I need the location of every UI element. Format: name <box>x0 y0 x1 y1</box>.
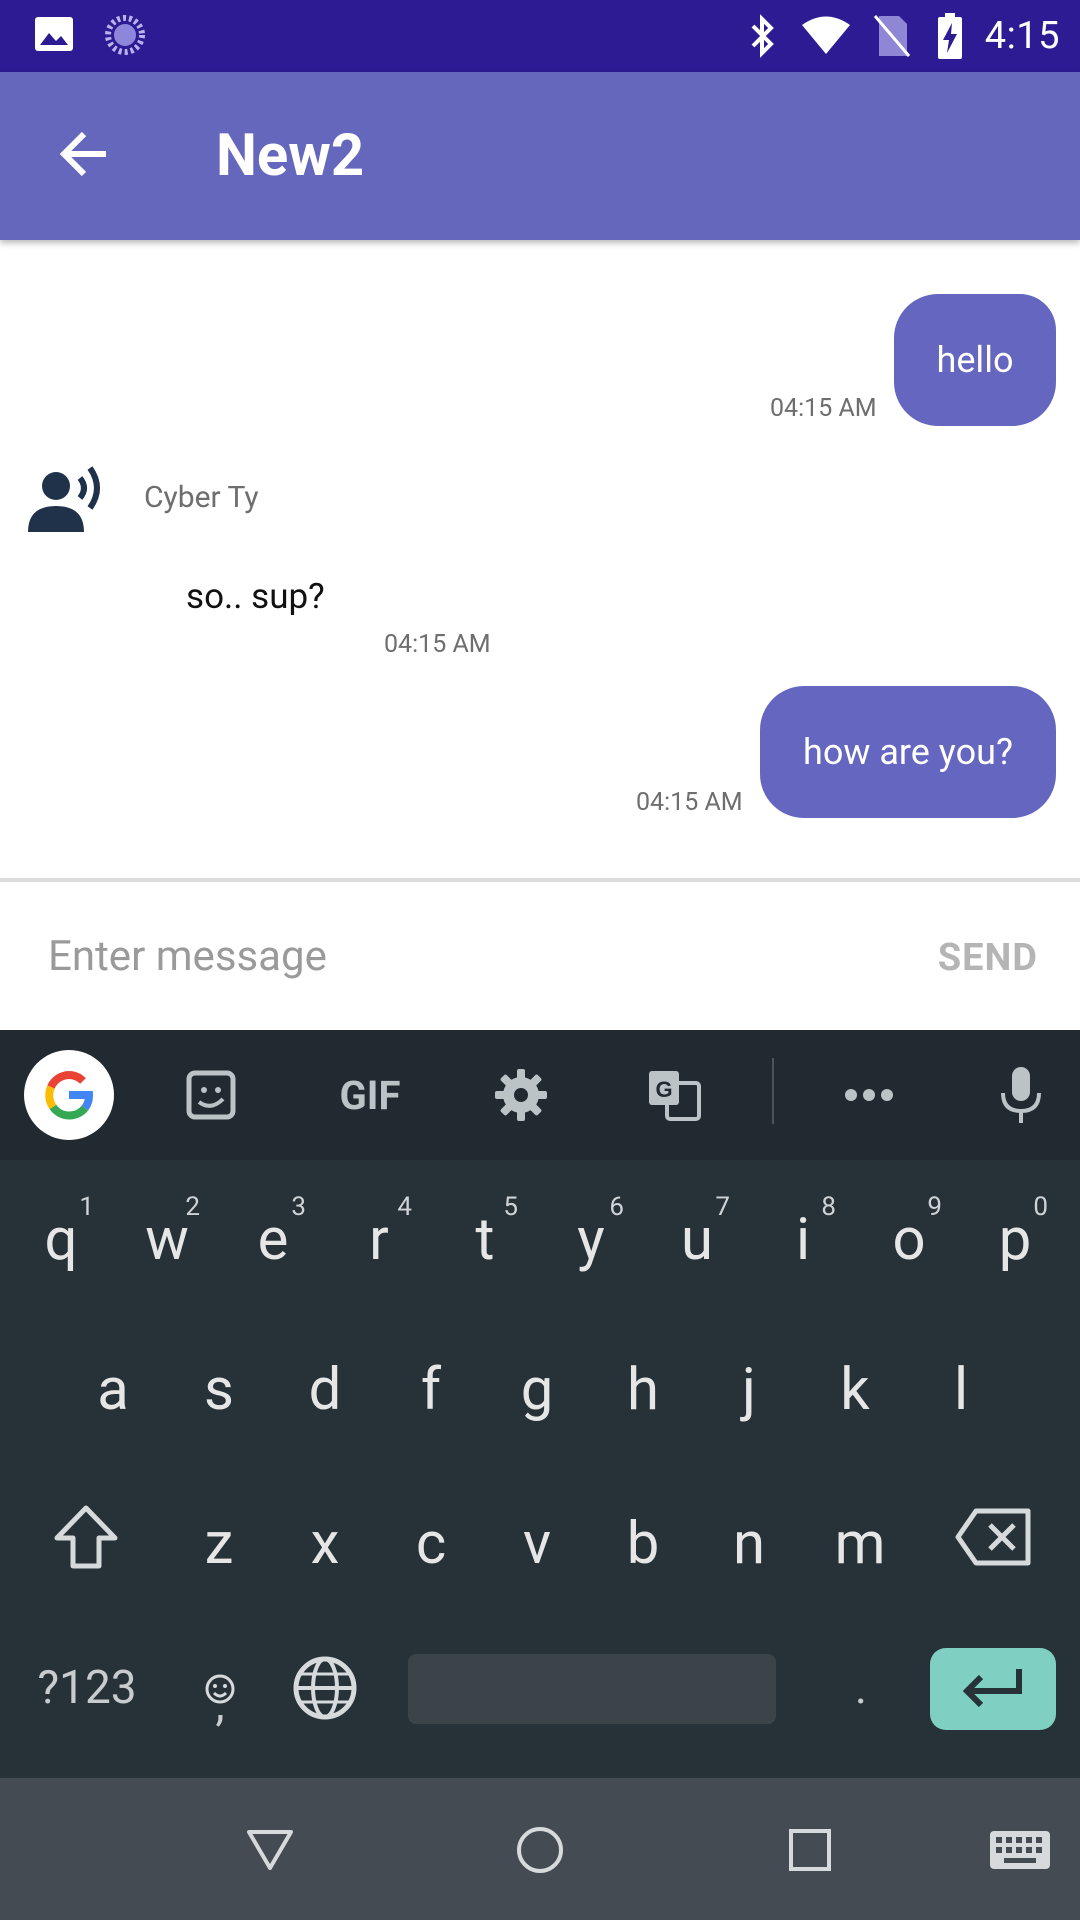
key-k[interactable]: k <box>812 1340 898 1440</box>
toolbar-divider <box>772 1058 774 1124</box>
message-input[interactable]: Enter message <box>48 932 327 981</box>
key-hint: 8 <box>821 1192 836 1222</box>
key-x[interactable]: x <box>282 1494 368 1594</box>
key-label: u <box>681 1206 713 1274</box>
key-m[interactable]: m <box>812 1494 908 1594</box>
key-f[interactable]: f <box>388 1340 474 1440</box>
mic-icon[interactable] <box>978 1052 1064 1138</box>
key-label: q <box>44 1206 78 1274</box>
key-g[interactable]: g <box>494 1340 580 1440</box>
arrow-back-icon <box>58 128 110 184</box>
key-e[interactable]: e3 <box>230 1190 316 1290</box>
key-label: e <box>257 1206 289 1274</box>
bluetooth-icon <box>749 14 777 58</box>
backspace-icon <box>954 1507 1034 1582</box>
key-label: r <box>369 1206 389 1274</box>
key-hint: 0 <box>1033 1192 1048 1222</box>
comma-label: , <box>215 1678 225 1732</box>
key-i[interactable]: i8 <box>760 1190 846 1290</box>
key-j[interactable]: j <box>706 1340 792 1440</box>
message-list[interactable]: hello 04:15 AM Cyber Ty so.. sup? 04:15 … <box>0 240 1080 878</box>
image-icon <box>34 15 74 55</box>
globe-icon[interactable] <box>282 1642 368 1734</box>
back-triangle-icon[interactable] <box>230 1810 310 1890</box>
message-timestamp: 04:15 AM <box>636 788 743 817</box>
key-hint: 4 <box>397 1192 412 1222</box>
sender-name: Cyber Ty <box>144 480 259 515</box>
send-button[interactable]: SEND <box>938 936 1038 980</box>
google-icon[interactable] <box>24 1050 114 1140</box>
key-o[interactable]: o9 <box>866 1190 952 1290</box>
key-s[interactable]: s <box>176 1340 262 1440</box>
home-circle-icon[interactable] <box>500 1810 580 1890</box>
sticker-icon[interactable] <box>168 1052 254 1138</box>
outgoing-message-bubble[interactable]: how are you? <box>760 686 1056 818</box>
message-timestamp: 04:15 AM <box>384 630 491 659</box>
key-y[interactable]: y6 <box>548 1190 634 1290</box>
key-hint: 1 <box>79 1192 94 1222</box>
gear-icon[interactable] <box>478 1052 564 1138</box>
key-q[interactable]: q1 <box>18 1190 104 1290</box>
key-u[interactable]: u7 <box>654 1190 740 1290</box>
key-c[interactable]: c <box>388 1494 474 1594</box>
status-time: 4:15 <box>984 14 1060 58</box>
key-hint: 3 <box>291 1192 306 1222</box>
status-bar: 4:15 <box>0 0 1080 72</box>
message-text: hello <box>936 339 1014 381</box>
page-title: New2 <box>216 122 365 190</box>
key-hint: 9 <box>927 1192 942 1222</box>
key-hint: 2 <box>185 1192 200 1222</box>
battery-charging-icon <box>937 13 963 59</box>
space-key[interactable] <box>408 1654 776 1724</box>
emoji-comma-key[interactable]: , <box>180 1640 260 1736</box>
incoming-message-text[interactable]: so.. sup? <box>186 576 325 617</box>
no-sim-icon <box>873 14 911 58</box>
key-hint: 7 <box>715 1192 730 1222</box>
keyboard-icon[interactable] <box>980 1810 1060 1890</box>
navigation-bar <box>0 1778 1080 1920</box>
backspace-key[interactable] <box>944 1494 1044 1594</box>
back-button[interactable] <box>42 114 126 198</box>
key-z[interactable]: z <box>176 1494 262 1594</box>
key-label: i <box>795 1206 811 1274</box>
key-t[interactable]: t5 <box>442 1190 528 1290</box>
key-label: o <box>892 1206 926 1274</box>
key-n[interactable]: n <box>706 1494 792 1594</box>
more-icon[interactable] <box>826 1052 912 1138</box>
keyboard-toolbar: GIF G <box>0 1030 1080 1160</box>
app-bar: New2 <box>0 72 1080 240</box>
enter-arrow-icon <box>961 1667 1025 1711</box>
shift-key[interactable] <box>36 1494 136 1594</box>
compose-bar: Enter message SEND <box>0 882 1080 1030</box>
symbols-key[interactable]: ?123 <box>20 1640 154 1736</box>
key-hint: 5 <box>503 1192 518 1222</box>
key-label: y <box>577 1206 605 1274</box>
recents-square-icon[interactable] <box>770 1810 850 1890</box>
key-r[interactable]: r4 <box>336 1190 422 1290</box>
key-label: w <box>145 1206 189 1274</box>
gif-button[interactable]: GIF <box>320 1052 420 1138</box>
translate-icon[interactable]: G <box>632 1052 718 1138</box>
loading-icon <box>104 14 146 56</box>
message-timestamp: 04:15 AM <box>770 394 877 423</box>
key-d[interactable]: d <box>282 1340 368 1440</box>
enter-key[interactable] <box>930 1648 1056 1730</box>
wifi-icon <box>801 16 851 56</box>
key-b[interactable]: b <box>600 1494 686 1594</box>
key-p[interactable]: p0 <box>972 1190 1058 1290</box>
key-w[interactable]: w2 <box>124 1190 210 1290</box>
record-voice-icon <box>26 456 122 540</box>
key-v[interactable]: v <box>494 1494 580 1594</box>
outgoing-message-bubble[interactable]: hello <box>894 294 1056 426</box>
key-hint: 6 <box>609 1192 624 1222</box>
key-label: p <box>998 1206 1032 1274</box>
period-key[interactable]: . <box>816 1640 906 1736</box>
message-text: how are you? <box>803 731 1013 773</box>
key-a[interactable]: a <box>70 1340 156 1440</box>
svg-text:G: G <box>655 1077 672 1102</box>
shift-icon <box>51 1504 121 1585</box>
key-label: t <box>475 1206 495 1274</box>
key-l[interactable]: l <box>918 1340 1004 1440</box>
key-h[interactable]: h <box>600 1340 686 1440</box>
